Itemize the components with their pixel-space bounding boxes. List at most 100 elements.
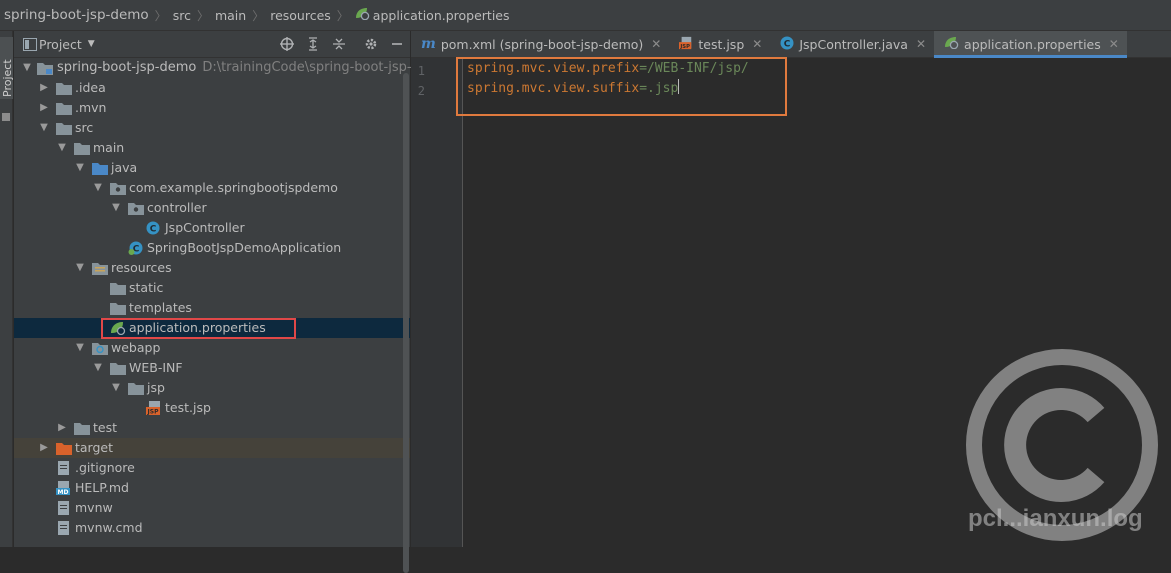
collapse-all-icon[interactable]: [332, 37, 346, 51]
tree-item-resources[interactable]: ▼ resources: [14, 258, 410, 278]
package-icon: [110, 183, 126, 195]
folder-icon: [56, 103, 72, 115]
tree-item-jsp-folder[interactable]: ▼ jsp: [14, 378, 410, 398]
chevron-down-icon[interactable]: ▼: [38, 118, 50, 138]
tree-item-project-root[interactable]: ▼ spring-boot-jsp-demo D:\trainingCode\sp…: [14, 58, 440, 78]
tab-jspcontroller-java[interactable]: C JspController.java ✕: [770, 31, 934, 57]
tree-item-label: test.jsp: [165, 400, 211, 415]
tree-item-test-jsp[interactable]: JSP test.jsp: [14, 398, 410, 418]
tab-label: pom.xml (spring-boot-jsp-demo): [440, 36, 644, 52]
maven-icon: m: [421, 36, 436, 52]
chevron-down-icon[interactable]: ▼: [110, 378, 122, 398]
tree-item-java[interactable]: ▼ java: [14, 158, 410, 178]
tree-item-mvn[interactable]: ▶ .mvn: [14, 98, 410, 118]
project-tool-button[interactable]: Project: [0, 37, 14, 99]
tree-item-label: com.example.springbootjspdemo: [129, 180, 338, 195]
tree-item-label: .gitignore: [75, 460, 135, 475]
folder-icon: [110, 283, 126, 295]
chevron-down-icon[interactable]: ▼: [74, 158, 86, 178]
expand-all-icon[interactable]: [306, 37, 320, 51]
chevron-down-icon[interactable]: ▼: [56, 138, 68, 158]
chevron-down-icon[interactable]: ▼: [88, 39, 95, 49]
project-view-icon: [23, 38, 37, 51]
text-file-icon: [58, 501, 69, 515]
chevron-right-icon: 〉: [252, 8, 265, 23]
tree-item-templates[interactable]: templates: [14, 298, 410, 318]
tree-item-main[interactable]: ▼ main: [14, 138, 410, 158]
tree-item-help-md[interactable]: MD HELP.md: [14, 478, 410, 498]
tree-item-label: static: [129, 280, 164, 295]
chevron-right-icon: 〉: [154, 8, 167, 23]
tab-label: JspController.java: [799, 36, 908, 52]
tree-item-label: src: [75, 120, 94, 135]
chevron-right-icon[interactable]: ▶: [38, 78, 50, 98]
structure-icon[interactable]: [2, 113, 10, 121]
chevron-right-icon[interactable]: ▶: [56, 418, 68, 438]
svg-text:C: C: [150, 225, 157, 235]
tree-item-label: webapp: [111, 340, 161, 355]
highlight-box-tree: [101, 318, 296, 339]
project-panel-header: Project ▼: [14, 31, 410, 58]
tree-item-src[interactable]: ▼ src: [14, 118, 410, 138]
tab-label: application.properties: [964, 36, 1101, 52]
folder-icon: [74, 423, 90, 435]
folder-icon: [56, 123, 72, 135]
tree-item-web-inf[interactable]: ▼ WEB-INF: [14, 358, 410, 378]
close-icon[interactable]: ✕: [651, 37, 661, 51]
chevron-down-icon[interactable]: ▼: [92, 178, 104, 198]
crosshair-icon[interactable]: [280, 37, 294, 51]
class-icon: C: [146, 221, 160, 235]
tree-item-webapp[interactable]: ▼ webapp: [14, 338, 410, 358]
project-view-title[interactable]: Project: [39, 37, 82, 52]
project-scrollbar[interactable]: [402, 31, 410, 573]
tree-item-label: resources: [111, 260, 172, 275]
gear-icon[interactable]: [364, 37, 378, 51]
tree-item-label: mvnw.cmd: [75, 520, 143, 535]
chevron-right-icon[interactable]: ▶: [38, 98, 50, 118]
tree-item-mvnw-cmd[interactable]: mvnw.cmd: [14, 518, 410, 538]
tree-item-label: controller: [147, 200, 207, 215]
chevron-down-icon[interactable]: ▼: [21, 58, 33, 78]
tab-pom-xml[interactable]: m pom.xml (spring-boot-jsp-demo) ✕: [411, 31, 669, 57]
web-folder-icon: [92, 343, 108, 355]
breadcrumb-src[interactable]: src: [173, 8, 191, 23]
tree-item-package[interactable]: ▼ com.example.springbootjspdemo: [14, 178, 410, 198]
source-folder-icon: [92, 163, 108, 175]
breadcrumb: spring-boot-jsp-demo 〉 src 〉 main 〉 reso…: [0, 0, 1171, 31]
project-tree: ▼ spring-boot-jsp-demo D:\trainingCode\sp…: [14, 58, 440, 538]
close-icon[interactable]: ✕: [1109, 37, 1119, 51]
chevron-down-icon[interactable]: ▼: [74, 338, 86, 358]
tree-item-label: .mvn: [75, 100, 107, 115]
folder-icon: [74, 143, 90, 155]
tree-item-label: templates: [129, 300, 192, 315]
tab-test-jsp[interactable]: JSP test.jsp ✕: [669, 31, 770, 57]
tree-item-application-class[interactable]: C SpringBootJspDemoApplication: [14, 238, 410, 258]
text-file-icon: [58, 461, 69, 475]
editor-tabs: m pom.xml (spring-boot-jsp-demo) ✕ JSP t…: [411, 31, 1171, 58]
tree-item-label: HELP.md: [75, 480, 129, 495]
line-number: 1: [417, 64, 425, 78]
breadcrumb-file[interactable]: application.properties: [373, 8, 510, 23]
chevron-down-icon[interactable]: ▼: [92, 358, 104, 378]
chevron-right-icon[interactable]: ▶: [38, 438, 50, 458]
tree-item-test[interactable]: ▶ test: [14, 418, 410, 438]
watermark-text: pcl...ianxun.log: [968, 505, 1143, 532]
tree-item-label: mvnw: [75, 500, 113, 515]
tree-item-gitignore[interactable]: .gitignore: [14, 458, 410, 478]
breadcrumb-main[interactable]: main: [215, 8, 246, 23]
tree-item-static[interactable]: static: [14, 278, 410, 298]
tree-item-mvnw[interactable]: mvnw: [14, 498, 410, 518]
tree-item-jspcontroller[interactable]: C JspController: [14, 218, 410, 238]
tree-item-idea[interactable]: ▶ .idea: [14, 78, 410, 98]
chevron-down-icon[interactable]: ▼: [110, 198, 122, 218]
tree-item-controller[interactable]: ▼ controller: [14, 198, 410, 218]
tree-item-target[interactable]: ▶ target: [14, 438, 410, 458]
breadcrumb-project[interactable]: spring-boot-jsp-demo: [4, 7, 149, 23]
spring-properties-icon: [355, 7, 370, 24]
breadcrumb-resources[interactable]: resources: [270, 8, 331, 23]
scrollbar-thumb[interactable]: [403, 73, 409, 573]
close-icon[interactable]: ✕: [752, 37, 762, 51]
close-icon[interactable]: ✕: [916, 37, 926, 51]
tab-application-properties[interactable]: application.properties ✕: [934, 31, 1127, 58]
chevron-down-icon[interactable]: ▼: [74, 258, 86, 278]
